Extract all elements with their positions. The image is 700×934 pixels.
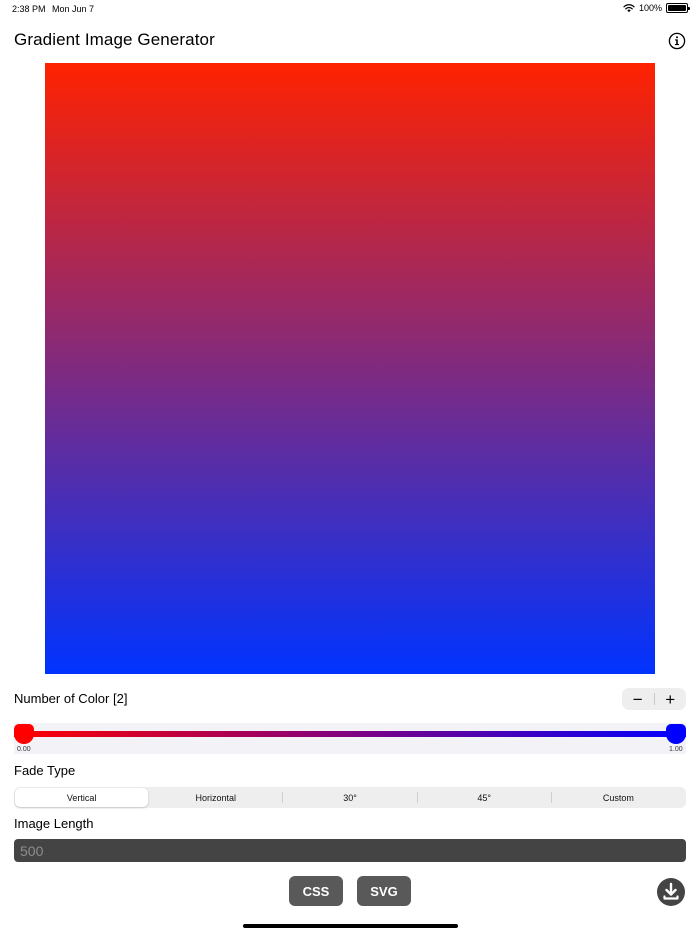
decrement-button[interactable]: −	[622, 688, 654, 710]
download-icon[interactable]	[656, 877, 686, 907]
battery-percent: 100%	[638, 3, 662, 13]
image-length-input[interactable]	[14, 839, 686, 862]
status-indicators: 100%	[623, 3, 690, 13]
battery-icon	[666, 3, 690, 13]
color-count-stepper[interactable]: − +	[622, 688, 686, 710]
color-stop-position-start: 0.00	[17, 746, 31, 753]
wifi-icon	[623, 4, 635, 13]
color-stop-position-end: 1.00	[669, 746, 683, 753]
fade-option-45[interactable]: 45°	[418, 788, 551, 807]
fade-type-label: Fade Type	[14, 763, 76, 778]
fade-option-horizontal[interactable]: Horizontal	[149, 788, 282, 807]
number-of-color-label: Number of Color [2]	[14, 691, 128, 706]
fade-option-custom[interactable]: Custom	[552, 788, 685, 807]
color-stop-handle-end[interactable]	[666, 724, 686, 744]
svg-export-button[interactable]: SVG	[357, 876, 411, 906]
info-icon[interactable]	[668, 32, 686, 50]
home-indicator	[243, 924, 458, 928]
color-stop-handle-start[interactable]	[14, 724, 34, 744]
fade-option-vertical[interactable]: Vertical	[15, 788, 149, 807]
status-date: Mon Jun 7	[52, 4, 95, 14]
gradient-preview	[45, 63, 655, 674]
fade-type-segmented-control[interactable]: Vertical Horizontal 30° 45° Custom	[14, 787, 686, 808]
css-export-button[interactable]: CSS	[289, 876, 343, 906]
status-bar: 2:38 PM Mon Jun 7 100%	[0, 0, 700, 18]
gradient-track	[14, 731, 686, 737]
increment-button[interactable]: +	[655, 688, 687, 710]
color-stop-slider[interactable]: 0.00 1.00	[14, 723, 686, 754]
image-length-label: Image Length	[14, 816, 94, 831]
fade-option-30[interactable]: 30°	[283, 788, 416, 807]
status-time: 2:38 PM	[12, 4, 46, 14]
page-title: Gradient Image Generator	[14, 30, 215, 49]
